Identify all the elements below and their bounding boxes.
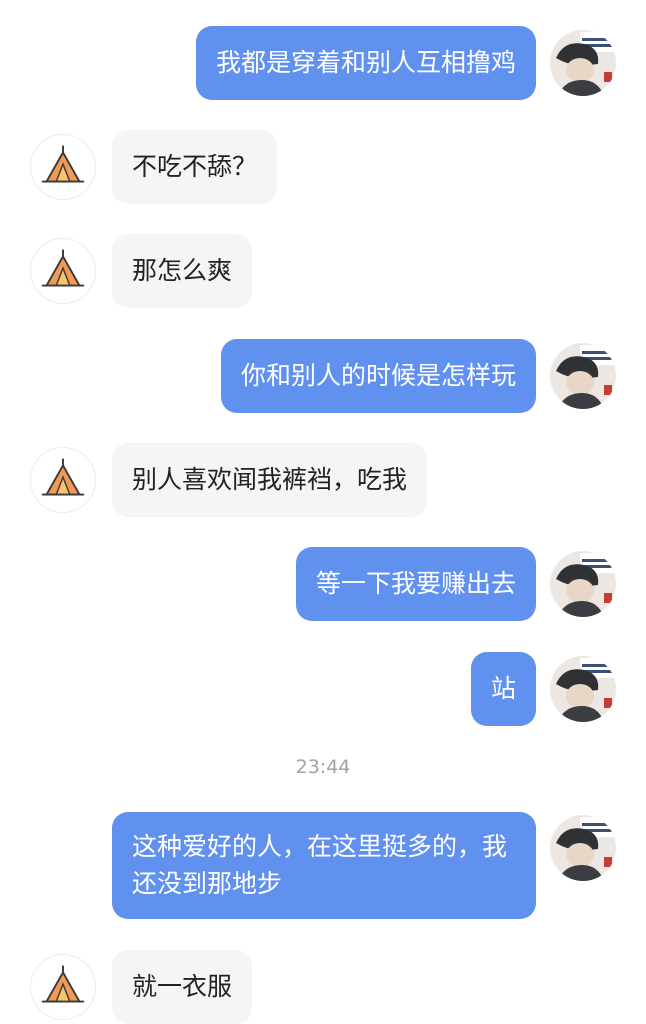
contact-avatar[interactable]: [30, 238, 96, 304]
my-avatar[interactable]: [550, 656, 616, 722]
tent-icon: [41, 145, 85, 183]
message-bubble-outgoing[interactable]: 我都是穿着和别人互相撸鸡: [195, 26, 536, 100]
tent-icon: [41, 458, 85, 496]
message-bubble-outgoing[interactable]: 站: [470, 652, 536, 726]
message-bubble-outgoing[interactable]: 等一下我要赚出去: [295, 547, 536, 621]
message-bubble-incoming[interactable]: 那怎么爽: [112, 234, 253, 308]
message-bubble-incoming[interactable]: 别人喜欢闻我裤裆，吃我: [112, 443, 428, 517]
my-avatar[interactable]: [550, 30, 616, 96]
contact-avatar[interactable]: [30, 954, 96, 1020]
user-photo-icon: [550, 343, 616, 409]
user-photo-icon: [550, 30, 616, 96]
tent-icon: [41, 965, 85, 1003]
contact-avatar[interactable]: [30, 134, 96, 200]
chat-timestamp: 23:44: [295, 756, 351, 778]
message-bubble-outgoing[interactable]: 你和别人的时候是怎样玩: [220, 339, 536, 413]
user-photo-icon: [550, 551, 616, 617]
user-photo-icon: [550, 815, 616, 881]
my-avatar[interactable]: [550, 815, 616, 881]
contact-avatar[interactable]: [30, 447, 96, 513]
chat-thread[interactable]: 我都是穿着和别人互相撸鸡 不吃不舔？ 那怎么爽 你和别人的时候是怎样玩 别人喜欢…: [0, 0, 646, 1024]
my-avatar[interactable]: [550, 343, 616, 409]
message-bubble-outgoing[interactable]: 这种爱好的人，在这里挺多的，我还没到那地步: [112, 812, 536, 919]
message-bubble-incoming[interactable]: 就一衣服: [112, 950, 253, 1024]
message-bubble-incoming[interactable]: 不吃不舔？: [112, 130, 278, 204]
my-avatar[interactable]: [550, 551, 616, 617]
tent-icon: [41, 249, 85, 287]
user-photo-icon: [550, 656, 616, 722]
